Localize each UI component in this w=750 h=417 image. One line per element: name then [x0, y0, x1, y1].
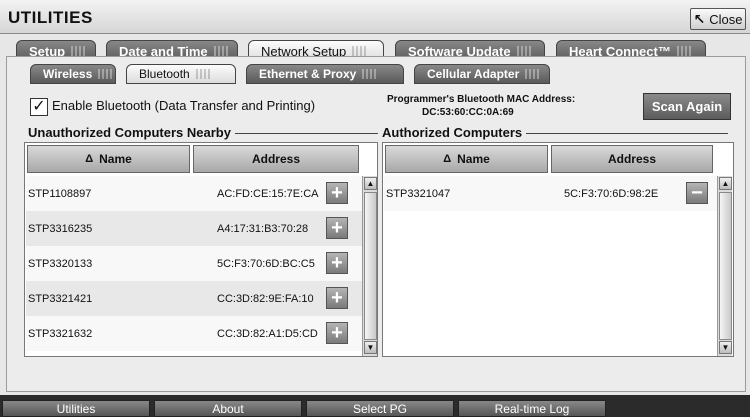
row-address: 5C:F3:70:6D:BC:C5	[217, 257, 315, 270]
grip-icon	[676, 46, 691, 56]
column-header-name-label: Name	[457, 152, 490, 166]
row-name: STP1108897	[28, 187, 92, 200]
scroll-up-icon[interactable]: ▲	[719, 177, 732, 190]
enable-bluetooth-checkbox[interactable]: ✓	[30, 98, 48, 116]
add-computer-button[interactable]: +	[326, 322, 348, 344]
close-label: Close	[709, 11, 743, 27]
row-address: CC:3D:82:A1:D5:CD	[217, 327, 318, 340]
subtab-ethernet-proxy-label: Ethernet & Proxy	[259, 67, 357, 81]
remove-computer-button[interactable]: −	[686, 182, 708, 204]
scroll-up-icon[interactable]: ▲	[364, 177, 377, 190]
plus-icon: +	[331, 252, 343, 274]
unauthorized-scrollbar[interactable]: ▲ ▼	[362, 176, 377, 356]
row-address: AC:FD:CE:15:7E:CA	[217, 187, 319, 200]
plus-icon: +	[331, 322, 343, 344]
unauthorized-title: Unauthorized Computers Nearby	[28, 125, 235, 140]
minus-icon: −	[691, 182, 703, 204]
scroll-thumb[interactable]	[364, 192, 377, 340]
row-address: 5C:F3:70:6D:98:2E	[564, 187, 659, 200]
subtab-ethernet-proxy[interactable]: Ethernet & Proxy	[246, 64, 404, 84]
nav-utilities-button[interactable]: Utilities	[2, 400, 150, 417]
add-computer-button[interactable]: +	[326, 287, 348, 309]
plus-icon: +	[331, 217, 343, 239]
unauthorized-table: Δ Name Address STP1108897 AC:FD:CE:15:7E…	[24, 142, 378, 357]
column-header-name-label: Name	[99, 152, 132, 166]
row-address: A4:17:31:B3:70:28	[217, 222, 309, 235]
grip-icon	[98, 69, 113, 79]
nav-select-pg-button[interactable]: Select PG	[306, 400, 454, 417]
grip-icon	[195, 69, 210, 79]
row-name: STP3321421	[28, 292, 93, 305]
table-row[interactable]: STP3321421 CC:3D:82:9E:FA:10 +	[26, 281, 362, 316]
plus-icon: +	[331, 287, 343, 309]
row-address: CC:3D:82:9E:FA:10	[217, 292, 314, 305]
title-bar: UTILITIES ↖ Close	[0, 0, 750, 34]
close-button[interactable]: ↖ Close	[690, 8, 746, 30]
grip-icon	[213, 46, 228, 56]
table-row[interactable]: STP3321047 5C:F3:70:6D:98:2E −	[384, 176, 717, 211]
column-header-address[interactable]: Address	[193, 145, 359, 173]
row-name: STP3316235	[28, 222, 93, 235]
row-name: STP3321047	[386, 187, 451, 200]
grip-icon	[525, 69, 540, 79]
table-row[interactable]: STP3320133 5C:F3:70:6D:BC:C5 +	[26, 246, 362, 281]
add-computer-button[interactable]: +	[326, 217, 348, 239]
nav-realtime-log-button[interactable]: Real-time Log	[458, 400, 606, 417]
plus-icon: +	[331, 182, 343, 204]
table-row[interactable]: STP3316235 A4:17:31:B3:70:28 +	[26, 211, 362, 246]
authorized-table: Δ Name Address STP3321047 5C:F3:70:6D:98…	[382, 142, 734, 357]
window-title: UTILITIES	[8, 8, 93, 27]
grip-icon	[71, 46, 86, 56]
authorized-title: Authorized Computers	[382, 125, 527, 140]
scroll-down-icon[interactable]: ▼	[719, 341, 732, 354]
nav-about-button[interactable]: About	[154, 400, 302, 417]
subtab-wireless-label: Wireless	[43, 67, 93, 81]
add-computer-button[interactable]: +	[326, 252, 348, 274]
grip-icon	[362, 69, 377, 79]
column-header-name[interactable]: Δ Name	[27, 145, 190, 173]
subtab-bluetooth[interactable]: Bluetooth	[126, 64, 236, 84]
enable-bluetooth-label: Enable Bluetooth (Data Transfer and Prin…	[52, 98, 316, 113]
scroll-thumb[interactable]	[719, 192, 732, 340]
mac-address-label: Programmer's Bluetooth MAC Address:	[387, 94, 576, 105]
add-computer-button[interactable]: +	[326, 182, 348, 204]
column-header-name[interactable]: Δ Name	[385, 145, 548, 173]
subtab-cellular-adapter-label: Cellular Adapter	[427, 67, 520, 81]
scroll-down-icon[interactable]: ▼	[364, 341, 377, 354]
mac-address-value: DC:53:60:CC:0A:69	[422, 107, 514, 118]
table-row[interactable]: STP3321632 CC:3D:82:A1:D5:CD +	[26, 316, 362, 351]
sort-icon: Δ	[85, 153, 94, 165]
table-row[interactable]: STP1108897 AC:FD:CE:15:7E:CA +	[26, 176, 362, 211]
grip-icon	[352, 46, 367, 56]
sort-icon: Δ	[443, 153, 452, 165]
row-name: STP3321632	[28, 327, 93, 340]
scan-again-button[interactable]: Scan Again	[643, 93, 731, 120]
subtab-cellular-adapter[interactable]: Cellular Adapter	[414, 64, 550, 84]
checkmark-icon: ✓	[32, 98, 46, 115]
column-header-address[interactable]: Address	[551, 145, 713, 173]
authorized-scrollbar[interactable]: ▲ ▼	[717, 176, 732, 356]
subtab-bluetooth-label: Bluetooth	[139, 67, 190, 81]
subtab-wireless[interactable]: Wireless	[30, 64, 116, 84]
column-header-address-label: Address	[251, 152, 301, 166]
row-name: STP3320133	[28, 257, 93, 270]
grip-icon	[516, 46, 531, 56]
cursor-arrow-icon: ↖	[693, 10, 706, 27]
column-header-address-label: Address	[607, 152, 657, 166]
